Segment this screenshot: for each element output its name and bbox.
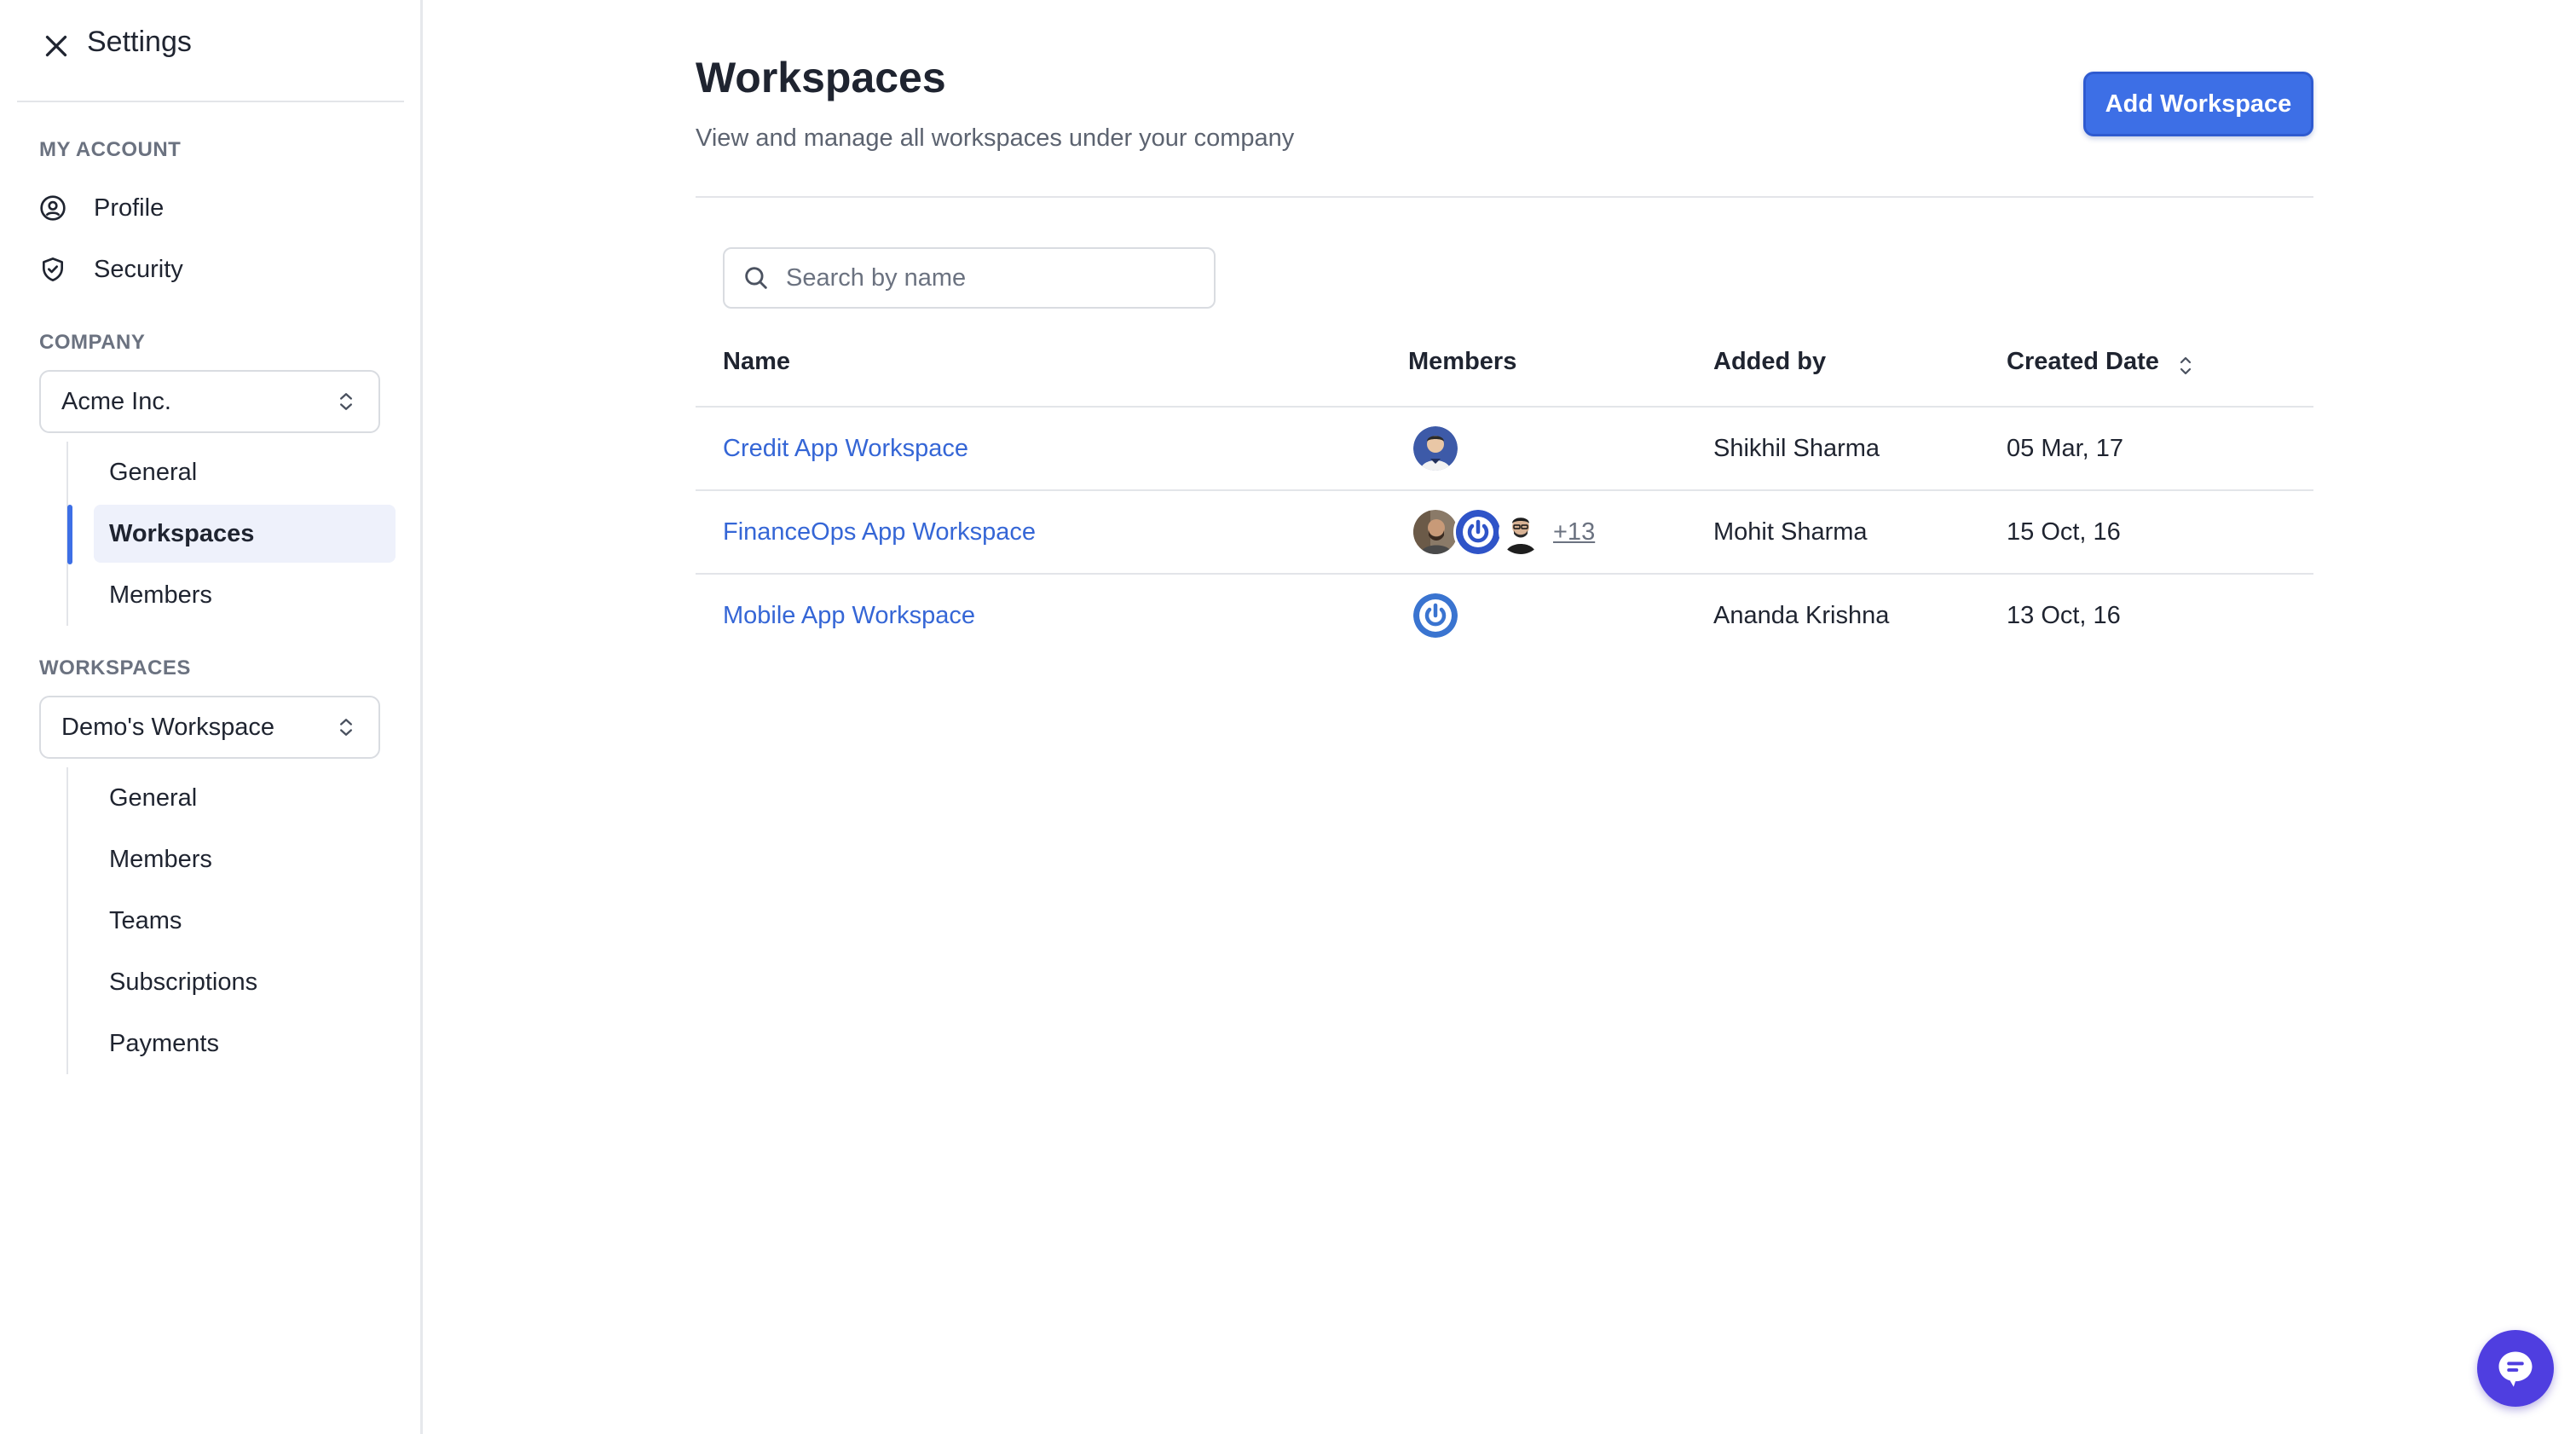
header-divider xyxy=(696,196,2313,198)
avatar xyxy=(1453,507,1503,557)
column-header-created-date[interactable]: Created Date xyxy=(2007,348,2159,376)
sidebar-item-ws-members[interactable]: Members xyxy=(94,830,396,888)
workspace-name-link[interactable]: Mobile App Workspace xyxy=(723,602,975,630)
added-by: Mohit Sharma xyxy=(1713,518,1868,546)
sort-icon[interactable] xyxy=(2175,353,2196,379)
workspace-selector-value: Demo's Workspace xyxy=(61,713,274,741)
add-workspace-button[interactable]: Add Workspace xyxy=(2083,72,2313,136)
settings-sidebar: Settings MY ACCOUNT Profile Security COM… xyxy=(0,0,423,1434)
chat-bubble-icon xyxy=(2498,1351,2533,1387)
workspace-selector[interactable]: Demo's Workspace xyxy=(39,696,380,759)
sidebar-item-company-general[interactable]: General xyxy=(94,443,396,501)
avatar xyxy=(1413,426,1458,471)
company-selector-value: Acme Inc. xyxy=(61,387,171,415)
avatar-photo-man-beard-icon xyxy=(1413,510,1458,554)
sidebar-title: Settings xyxy=(87,26,192,58)
avatar xyxy=(1499,510,1543,554)
sidebar-item-label: Profile xyxy=(94,194,165,222)
sidebar-item-company-members[interactable]: Members xyxy=(94,566,396,624)
created-date: 13 Oct, 16 xyxy=(2007,602,2121,629)
sidebar-item-company-workspaces[interactable]: Workspaces xyxy=(94,505,396,563)
column-header-members: Members xyxy=(1408,348,1517,375)
section-label-workspaces: WORKSPACES xyxy=(39,656,191,679)
table-divider xyxy=(696,406,2313,408)
avatar-photo-man-glasses-icon xyxy=(1499,510,1543,554)
column-header-added-by: Added by xyxy=(1713,348,1827,375)
column-header-name: Name xyxy=(723,348,790,375)
section-label-my-account: MY ACCOUNT xyxy=(39,138,182,161)
workspace-tree-line xyxy=(66,767,68,1074)
sidebar-item-ws-general[interactable]: General xyxy=(94,769,396,827)
created-date: 15 Oct, 16 xyxy=(2007,518,2121,546)
sidebar-item-security[interactable]: Security xyxy=(39,246,397,293)
added-by: Ananda Krishna xyxy=(1713,602,1890,629)
active-indicator xyxy=(67,505,72,564)
avatar-power-logo-icon xyxy=(1413,593,1458,638)
search-box xyxy=(723,247,1216,309)
page-title: Workspaces xyxy=(696,54,946,101)
chevron-up-down-icon xyxy=(340,719,352,736)
sidebar-item-profile[interactable]: Profile xyxy=(39,184,397,232)
sidebar-item-ws-payments[interactable]: Payments xyxy=(94,1015,396,1073)
avatar xyxy=(1413,510,1458,554)
sidebar-item-ws-teams[interactable]: Teams xyxy=(94,892,396,950)
chevron-up-down-icon xyxy=(340,393,352,410)
workspace-name-link[interactable]: FinanceOps App Workspace xyxy=(723,518,1036,546)
page-subtitle: View and manage all workspaces under you… xyxy=(696,124,1295,152)
avatar-power-logo-icon xyxy=(1456,510,1500,554)
workspace-name-link[interactable]: Credit App Workspace xyxy=(723,435,968,463)
avatar xyxy=(1413,593,1458,638)
user-circle-icon xyxy=(40,195,66,221)
sidebar-header: Settings xyxy=(17,0,404,102)
added-by: Shikhil Sharma xyxy=(1713,435,1880,462)
sidebar-item-ws-subscriptions[interactable]: Subscriptions xyxy=(94,953,396,1011)
section-label-company: COMPANY xyxy=(39,331,146,354)
shield-check-icon xyxy=(43,257,63,281)
created-date: 05 Mar, 17 xyxy=(2007,435,2124,462)
more-members-link[interactable]: +13 xyxy=(1553,518,1595,546)
table-divider xyxy=(696,489,2313,491)
chat-widget-button[interactable] xyxy=(2477,1330,2554,1407)
table-divider xyxy=(696,573,2313,575)
search-input[interactable] xyxy=(784,263,1197,293)
avatar-photo-man-blue-icon xyxy=(1413,426,1458,471)
sidebar-item-label: Security xyxy=(94,255,183,283)
close-icon[interactable] xyxy=(41,31,72,61)
company-selector[interactable]: Acme Inc. xyxy=(39,370,380,433)
search-icon xyxy=(745,267,767,289)
